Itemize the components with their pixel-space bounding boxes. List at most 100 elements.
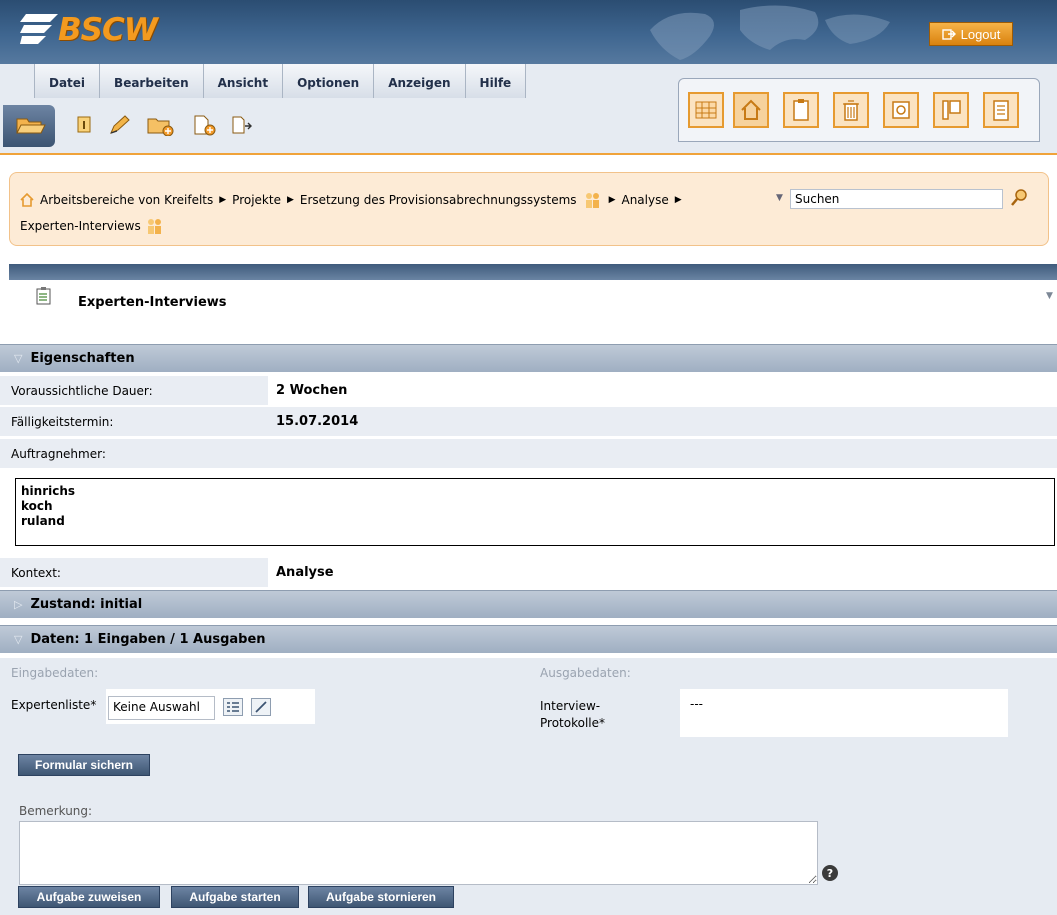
- assignee-label: Auftragnehmer:: [11, 446, 106, 461]
- breadcrumb-item-arbeitsbereiche[interactable]: Arbeitsbereiche von Kreifelts: [40, 193, 213, 207]
- expert-list-select[interactable]: Keine Auswahl: [108, 696, 215, 720]
- save-form-button[interactable]: Formular sichern: [18, 754, 150, 776]
- output-data-heading: Ausgabedaten:: [540, 666, 631, 680]
- bscw-logo-mark: [20, 14, 58, 44]
- input-data-heading: Eingabedaten:: [11, 666, 99, 680]
- assignee-list: hinrichs koch ruland: [15, 478, 1055, 546]
- section-properties-header[interactable]: ▽ Eigenschaften: [0, 344, 1057, 372]
- breadcrumb-item-analyse[interactable]: Analyse: [621, 193, 668, 207]
- start-task-button[interactable]: Aufgabe starten: [171, 886, 299, 908]
- breadcrumb-arrow-icon: ▶: [286, 195, 294, 205]
- menu-optionen[interactable]: Optionen: [283, 64, 375, 98]
- view-home-button[interactable]: [733, 92, 769, 128]
- menu-bearbeiten[interactable]: Bearbeiten: [100, 64, 204, 98]
- property-row-duration: Voraussichtliche Dauer: 2 Wochen: [0, 376, 1057, 405]
- property-row-context: Kontext: Analyse: [0, 558, 1057, 587]
- breadcrumb-item-projekte[interactable]: Projekte: [232, 193, 281, 207]
- search-icon[interactable]: [1009, 187, 1029, 209]
- open-folder-button[interactable]: [3, 105, 55, 147]
- notes-icon: [942, 100, 961, 120]
- logout-icon: [941, 29, 956, 40]
- interview-protocols-label-line1: Interview-: [540, 699, 601, 713]
- chevron-down-icon[interactable]: ▼: [1046, 291, 1053, 301]
- action-toolbar: [0, 98, 660, 154]
- list-item: ruland: [21, 514, 65, 528]
- view-workspace-button[interactable]: [688, 92, 724, 128]
- logo-text: BSCW: [58, 12, 158, 48]
- logout-button[interactable]: Logout: [929, 22, 1013, 46]
- content-divider-bar: [9, 264, 1057, 280]
- search-scope-dropdown-icon[interactable]: ▼: [776, 193, 783, 203]
- menu-anzeigen[interactable]: Anzeigen: [374, 64, 466, 98]
- breadcrumb-arrow-icon: ▶: [608, 195, 616, 205]
- due-date-label: Fälligkeitstermin:: [11, 414, 114, 429]
- remark-textarea[interactable]: [19, 821, 818, 885]
- new-document-icon[interactable]: [190, 114, 218, 136]
- address-book-icon: [892, 101, 910, 119]
- property-row-due-date: Fälligkeitstermin: 15.07.2014: [0, 407, 1057, 436]
- bscw-logo[interactable]: BSCW: [20, 12, 180, 52]
- menu-ansicht[interactable]: Ansicht: [203, 64, 284, 98]
- move-document-icon[interactable]: [230, 114, 254, 136]
- edit-pencil-icon[interactable]: [108, 114, 132, 136]
- breadcrumb-path: Arbeitsbereiche von Kreifelts ▶ Projekte…: [20, 191, 682, 209]
- section-state-title: Zustand: initial: [30, 597, 143, 612]
- view-trash-button[interactable]: [833, 92, 869, 128]
- pencil-icon: [255, 701, 267, 713]
- duration-label: Voraussichtliche Dauer:: [11, 383, 153, 398]
- due-date-value: 15.07.2014: [276, 414, 359, 429]
- property-row-assignees: Auftragnehmer:: [0, 439, 1057, 468]
- page-title: Experten-Interviews: [78, 295, 227, 310]
- section-data-title: Daten: 1 Eingaben / 1 Ausgaben: [30, 632, 266, 647]
- interview-protocols-label-line2: Protokolle*: [540, 716, 605, 730]
- interview-protocols-value: ---: [680, 689, 1008, 737]
- section-state-header[interactable]: ▷ Zustand: initial: [0, 590, 1057, 618]
- view-clipboard-button[interactable]: [783, 92, 819, 128]
- toolbar-area: Datei Bearbeiten Ansicht Optionen Anzeig…: [0, 64, 1057, 155]
- breadcrumb-current: Experten-Interviews: [20, 217, 165, 235]
- logout-label: Logout: [960, 26, 1001, 42]
- world-map-graphic: [650, 5, 890, 60]
- breadcrumb-arrow-icon: ▶: [219, 195, 227, 205]
- menu-hilfe[interactable]: Hilfe: [465, 64, 527, 98]
- cancel-task-button[interactable]: Aufgabe stornieren: [308, 886, 454, 908]
- collapse-triangle-icon: ▽: [14, 633, 23, 646]
- view-notes-button[interactable]: [933, 92, 969, 128]
- menu-datei[interactable]: Datei: [34, 64, 101, 98]
- list-item: hinrichs: [21, 484, 76, 498]
- expand-triangle-icon: ▷: [14, 598, 23, 611]
- task-list-icon: [36, 287, 51, 305]
- help-icon[interactable]: ?: [822, 865, 838, 881]
- app-header: BSCW Logout: [0, 0, 1057, 64]
- workspace-grid-icon: [695, 101, 717, 119]
- remark-label: Bemerkung:: [19, 804, 93, 818]
- new-folder-icon[interactable]: [145, 114, 175, 136]
- edit-value-button[interactable]: [251, 698, 271, 716]
- context-value: Analyse: [276, 565, 334, 580]
- assign-task-button[interactable]: Aufgabe zuweisen: [18, 886, 160, 908]
- menubar: Datei Bearbeiten Ansicht Optionen Anzeig…: [0, 64, 527, 98]
- view-switcher: [678, 78, 1040, 142]
- home-icon[interactable]: [20, 193, 34, 207]
- breadcrumb-arrow-icon: ▶: [674, 195, 682, 205]
- info-icon[interactable]: [72, 114, 96, 136]
- breadcrumb: Arbeitsbereiche von Kreifelts ▶ Projekte…: [9, 172, 1049, 246]
- section-properties-title: Eigenschaften: [30, 351, 135, 366]
- expert-list-label: Expertenliste*: [11, 698, 97, 712]
- context-label: Kontext:: [11, 565, 61, 580]
- search-input[interactable]: Suchen: [790, 189, 1003, 209]
- view-tasks-button[interactable]: [983, 92, 1019, 128]
- select-list-button[interactable]: [223, 698, 243, 716]
- clipboard-icon: [793, 99, 809, 121]
- list-icon: [227, 702, 239, 712]
- interview-protocols-label: Interview- Protokolle*: [540, 698, 605, 732]
- section-data-header[interactable]: ▽ Daten: 1 Eingaben / 1 Ausgaben: [0, 625, 1057, 653]
- home-icon: [741, 99, 761, 120]
- object-title-row: Experten-Interviews ▼: [36, 283, 1053, 313]
- breadcrumb-item-ersetzung[interactable]: Ersetzung des Provisionsabrechnungssyste…: [300, 193, 577, 207]
- list-item: koch: [21, 499, 53, 513]
- workflow-people-icon: [585, 193, 599, 208]
- view-address-book-button[interactable]: [883, 92, 919, 128]
- trash-icon: [843, 100, 859, 121]
- workflow-people-icon: [147, 219, 161, 234]
